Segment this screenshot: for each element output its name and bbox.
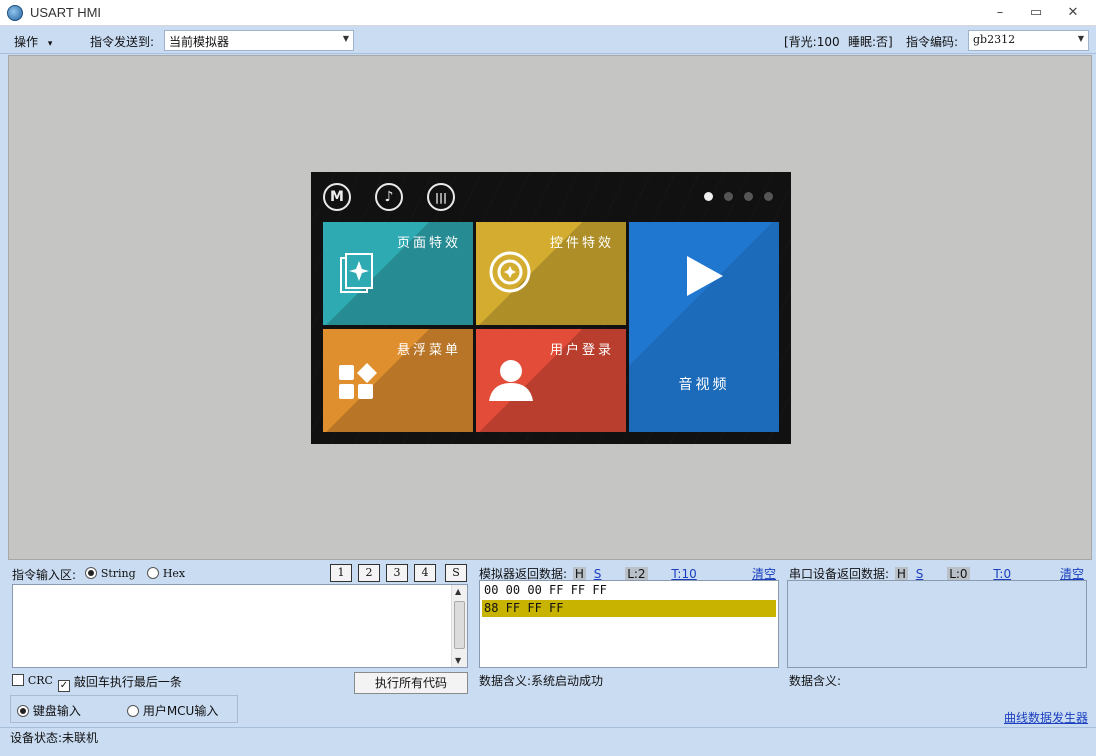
simulator-canvas: M ♪ ||| 页面特效 控件特效 音视频 悬浮菜单 用户登录 [8, 55, 1092, 560]
tile-user-login[interactable]: 用户登录 [476, 329, 626, 432]
tile-label: 页面特效 [396, 236, 461, 251]
control-effect-icon [489, 251, 531, 293]
equalizer-icon[interactable]: ||| [427, 183, 455, 211]
scroll-thumb[interactable] [454, 601, 465, 649]
sim-return-title: 模拟器返回数据: [479, 567, 568, 581]
crc-checkbox[interactable]: CRC [12, 673, 53, 687]
music-icon[interactable]: ♪ [375, 183, 403, 211]
m-logo-icon[interactable]: M [323, 183, 351, 211]
toolbar: 操作 ▾ 指令发送到: 当前模拟器 ▼ [背光:100 睡眠:否] 指令编码: … [0, 27, 1096, 54]
sleep-status: 睡眠:否] [848, 35, 893, 49]
chevron-down-icon: ▼ [342, 34, 349, 43]
page-dot [704, 192, 713, 201]
play-icon [687, 256, 723, 296]
tile-label: 控件特效 [549, 236, 614, 251]
execute-all-button[interactable]: 执行所有代码 [354, 672, 468, 694]
tile-control-effects[interactable]: 控件特效 [476, 222, 626, 325]
sim-time: T:10 [671, 567, 697, 581]
status-bar: 设备状态:未联机 [0, 727, 1096, 756]
slot-button-3[interactable]: 3 [386, 564, 408, 582]
encoding-select[interactable]: gb2312 ▼ [968, 30, 1089, 51]
send-to-select[interactable]: 当前模拟器 ▼ [164, 30, 354, 51]
input-scrollbar[interactable]: ▲ ▼ [451, 585, 467, 667]
serial-hex-toggle[interactable]: H [894, 567, 908, 581]
backlight-status: [背光:100 [784, 35, 840, 49]
encoding-label: 指令编码: [906, 35, 959, 49]
scroll-down-icon[interactable]: ▼ [455, 656, 461, 665]
enter-exec-label: 敲回车执行最后一条 [73, 675, 182, 689]
input-area-title: 指令输入区: [12, 568, 77, 582]
slot-button-s[interactable]: S [445, 564, 467, 582]
checkmark-icon: ✓ [58, 680, 70, 692]
serial-return-box[interactable] [787, 580, 1087, 668]
slot-button-4[interactable]: 4 [414, 564, 436, 582]
crc-label: CRC [27, 674, 53, 687]
operation-menu[interactable]: 操作 ▾ [14, 33, 52, 50]
operation-menu-label: 操作 [14, 35, 39, 49]
slot-button-1[interactable]: 1 [330, 564, 352, 582]
hmi-screen[interactable]: M ♪ ||| 页面特效 控件特效 音视频 悬浮菜单 用户登录 [311, 172, 791, 444]
maximize-button[interactable]: ▭ [1021, 2, 1051, 22]
mode-string-label: String [100, 567, 136, 580]
app-globe-icon [7, 5, 23, 21]
page-dot [744, 192, 753, 201]
tile-label: 音视频 [678, 377, 730, 393]
serial-string-toggle[interactable]: S [916, 567, 924, 581]
tile-label: 用户登录 [549, 343, 614, 358]
sim-data-line: 00 00 00 FF FF FF [484, 583, 607, 597]
command-input[interactable]: ▲ ▼ [12, 584, 468, 668]
sim-hex-toggle[interactable]: H [572, 567, 586, 581]
keyboard-input-label: 键盘输入 [32, 704, 81, 718]
minimize-button[interactable]: – [985, 2, 1015, 22]
tile-audio-video[interactable]: 音视频 [629, 222, 779, 432]
send-to-value: 当前模拟器 [169, 35, 230, 49]
send-to-label: 指令发送到: [90, 35, 155, 49]
user-icon [489, 360, 533, 401]
page-dot [724, 192, 733, 201]
tile-floating-menu[interactable]: 悬浮菜单 [323, 329, 473, 432]
mode-hex-radio[interactable]: Hex [147, 566, 185, 580]
radio-icon [17, 705, 29, 717]
window-title: USART HMI [30, 5, 102, 20]
checkbox-icon [12, 674, 24, 686]
close-button[interactable]: ✕ [1058, 2, 1088, 22]
page-dot [764, 192, 773, 201]
mode-hex-label: Hex [162, 567, 186, 580]
sim-data-line-selected[interactable]: 88 FF FF FF [482, 600, 776, 617]
mcu-input-label: 用户MCU输入 [142, 704, 219, 718]
sim-data-meaning: 数据含义:系统启动成功 [479, 674, 604, 688]
serial-return-title: 串口设备返回数据: [789, 567, 890, 581]
tile-label: 悬浮菜单 [396, 343, 461, 358]
serial-time: T:0 [993, 567, 1012, 581]
radio-icon [127, 705, 139, 717]
mode-string-radio[interactable]: String [85, 566, 136, 580]
serial-data-meaning: 数据含义: [789, 674, 842, 688]
sim-length: L:2 [625, 567, 648, 581]
curve-generator-link[interactable]: 曲线数据发生器 [1004, 709, 1088, 726]
slot-button-2[interactable]: 2 [358, 564, 380, 582]
title-bar: USART HMI – ▭ ✕ [0, 0, 1096, 26]
radio-icon [85, 567, 97, 579]
mcu-input-radio[interactable]: 用户MCU输入 [127, 702, 218, 719]
chevron-down-icon: ▾ [47, 39, 53, 49]
radio-icon [147, 567, 159, 579]
keyboard-input-radio[interactable]: 键盘输入 [17, 702, 81, 719]
page-effect-icon [340, 253, 373, 293]
sim-string-toggle[interactable]: S [594, 567, 602, 581]
device-status: 设备状态:未联机 [10, 731, 99, 745]
serial-length: L:0 [947, 567, 970, 581]
enter-exec-checkbox[interactable]: ✓ 敲回车执行最后一条 [58, 673, 182, 692]
encoding-value: gb2312 [973, 33, 1016, 46]
tile-page-effects[interactable]: 页面特效 [323, 222, 473, 325]
scroll-up-icon[interactable]: ▲ [455, 587, 461, 596]
sim-return-box[interactable]: 00 00 00 FF FF FF 88 FF FF FF [479, 580, 779, 668]
chevron-down-icon: ▼ [1077, 34, 1084, 43]
menu-blocks-icon [339, 363, 377, 399]
